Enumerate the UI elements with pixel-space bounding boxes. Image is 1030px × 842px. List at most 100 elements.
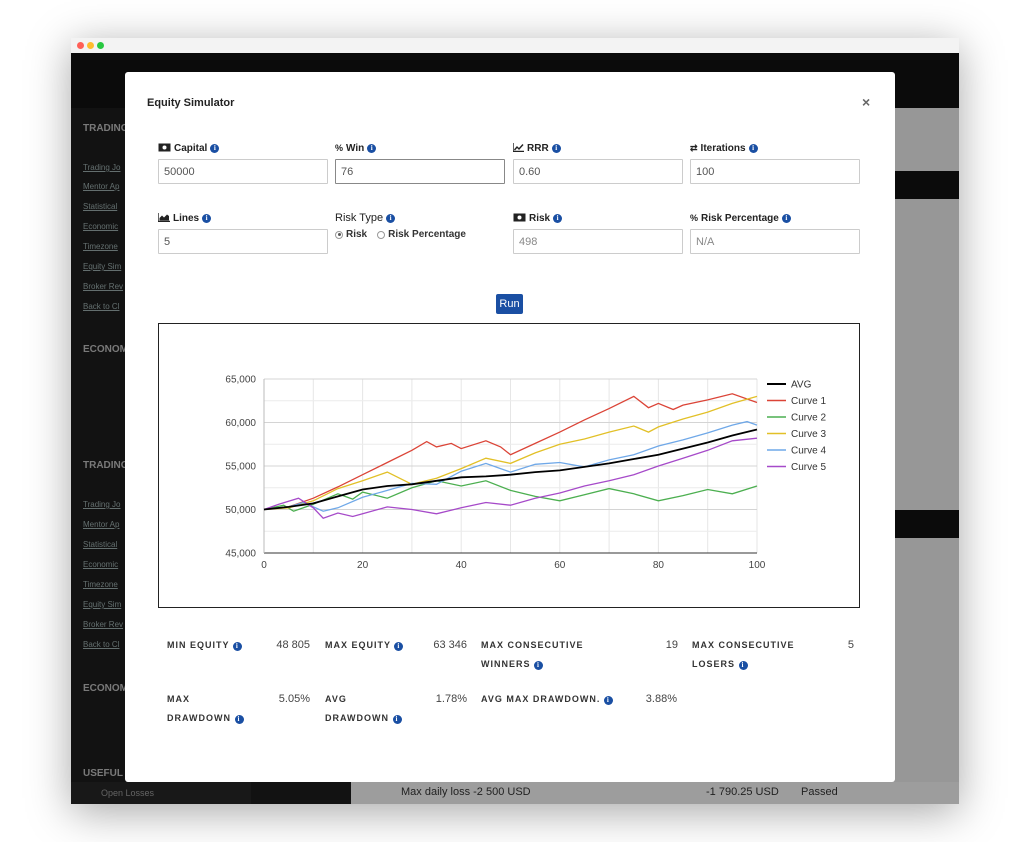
max-drawdown-label-1: MAX xyxy=(167,694,190,704)
info-icon[interactable]: i xyxy=(234,715,244,724)
radio-unselected-icon xyxy=(377,230,386,239)
max-consecutive-losers-stat: MAX CONSECUTIVE LOSERS i xyxy=(692,636,795,674)
info-icon[interactable]: i xyxy=(551,143,561,153)
win-label: Win xyxy=(346,142,365,154)
iterations-input[interactable] xyxy=(690,159,860,184)
max-drawdown-value: 5.05% xyxy=(278,693,310,705)
legend-label: AVG xyxy=(791,380,812,391)
capital-label: Capital xyxy=(174,142,208,154)
avg-max-drawdown-label: AVG MAX DRAWDOWN. xyxy=(481,694,601,704)
rrr-input[interactable] xyxy=(513,159,683,184)
percent-icon: % xyxy=(335,143,344,153)
avg-max-drawdown-value: 3.88% xyxy=(645,693,677,705)
capital-input[interactable] xyxy=(158,159,328,184)
x-tick-label: 60 xyxy=(554,560,566,571)
legend-label: Curve 4 xyxy=(791,446,826,457)
minimize-window-icon[interactable] xyxy=(87,42,94,49)
risk-percentage-input[interactable] xyxy=(690,229,860,254)
x-tick-label: 40 xyxy=(456,560,468,571)
iterations-label: Iterations xyxy=(700,142,746,154)
capital-field: Capital i xyxy=(158,141,328,184)
avg-drawdown-label-1: AVG xyxy=(325,694,347,704)
lines-label: Lines xyxy=(173,212,200,224)
close-window-icon[interactable] xyxy=(77,42,84,49)
info-icon[interactable]: i xyxy=(534,661,544,670)
y-tick-label: 50,000 xyxy=(225,505,256,516)
risk-type-radio-group: Risk Risk Percentage xyxy=(335,229,505,240)
risk-type-label: Risk Type xyxy=(335,212,384,224)
equity-simulator-modal: Equity Simulator × Capital i % Win i RRR… xyxy=(125,72,895,782)
risk-percentage-radio[interactable]: Risk Percentage xyxy=(377,229,466,240)
y-tick-label: 65,000 xyxy=(225,375,256,386)
max-drawdown-stat: MAX DRAWDOWN i xyxy=(167,690,244,728)
close-icon[interactable]: × xyxy=(862,94,870,110)
x-tick-label: 100 xyxy=(749,560,766,571)
percent-icon: % xyxy=(690,213,699,223)
money-icon xyxy=(513,213,526,224)
min-equity-value: 48 805 xyxy=(276,639,310,651)
avg-drawdown-value: 1.78% xyxy=(435,693,467,705)
line-chart-icon xyxy=(512,142,524,154)
area-chart-icon xyxy=(157,212,170,224)
max-consecutive-winners-label-1: MAX CONSECUTIVE xyxy=(481,640,584,650)
y-tick-label: 45,000 xyxy=(225,549,256,560)
x-tick-label: 20 xyxy=(357,560,369,571)
info-icon[interactable]: i xyxy=(392,715,402,724)
radio-selected-icon xyxy=(335,230,343,239)
x-tick-label: 0 xyxy=(261,560,267,571)
risk-label: Risk xyxy=(529,212,551,224)
info-icon[interactable]: i xyxy=(386,213,396,223)
legend-label: Curve 2 xyxy=(791,413,826,424)
risk-percentage-field: % Risk Percentage i xyxy=(690,211,860,254)
max-consecutive-losers-label-1: MAX CONSECUTIVE xyxy=(692,640,795,650)
avg-drawdown-stat: AVG DRAWDOWN i xyxy=(325,690,402,728)
risk-input[interactable] xyxy=(513,229,683,254)
legend-label: Curve 1 xyxy=(791,396,826,407)
avg-max-drawdown-stat: AVG MAX DRAWDOWN. i xyxy=(481,690,613,709)
maximize-window-icon[interactable] xyxy=(97,42,104,49)
max-consecutive-winners-value: 19 xyxy=(665,639,678,651)
risk-radio[interactable]: Risk xyxy=(335,229,367,240)
lines-field: Lines i xyxy=(157,211,328,254)
y-tick-label: 55,000 xyxy=(225,462,256,473)
money-icon xyxy=(158,143,171,154)
win-input[interactable] xyxy=(335,159,505,184)
info-icon[interactable]: i xyxy=(603,696,613,705)
legend-label: Curve 5 xyxy=(791,462,826,473)
info-icon[interactable]: i xyxy=(738,661,748,670)
risk-percentage-radio-label: Risk Percentage xyxy=(388,229,466,240)
info-icon[interactable]: i xyxy=(367,143,377,153)
min-equity-label: MIN EQUITY xyxy=(167,640,230,650)
max-consecutive-losers-label-2: LOSERS xyxy=(692,659,736,669)
retweet-icon: ⇄ xyxy=(690,142,698,153)
rrr-label: RRR xyxy=(527,142,549,154)
info-icon[interactable]: i xyxy=(210,143,220,153)
y-tick-label: 60,000 xyxy=(225,418,256,429)
max-consecutive-winners-stat: MAX CONSECUTIVE WINNERS i xyxy=(481,636,584,674)
max-equity-stat: MAX EQUITY i xyxy=(325,636,404,655)
info-icon[interactable]: i xyxy=(202,213,212,223)
risk-field: Risk i xyxy=(513,211,683,254)
iterations-field: ⇄ Iterations i xyxy=(690,141,860,184)
info-icon[interactable]: i xyxy=(781,213,791,223)
avg-drawdown-label-2: DRAWDOWN xyxy=(325,713,389,723)
title-bar xyxy=(71,38,959,53)
info-icon[interactable]: i xyxy=(232,642,242,651)
x-tick-label: 80 xyxy=(653,560,665,571)
risk-radio-label: Risk xyxy=(346,229,368,240)
info-icon[interactable]: i xyxy=(748,143,758,153)
run-button[interactable]: Run xyxy=(496,294,523,314)
risk-percentage-label: Risk Percentage xyxy=(701,212,779,224)
max-consecutive-losers-value: 5 xyxy=(847,639,854,651)
rrr-field: RRR i xyxy=(512,141,683,184)
max-equity-value: 63 346 xyxy=(433,639,467,651)
legend-label: Curve 3 xyxy=(791,429,826,440)
info-icon[interactable]: i xyxy=(394,642,404,651)
lines-input[interactable] xyxy=(158,229,328,254)
info-icon[interactable]: i xyxy=(553,213,563,223)
max-drawdown-label-2: DRAWDOWN xyxy=(167,713,231,723)
min-equity-stat: MIN EQUITY i xyxy=(167,636,242,655)
equity-chart-container: 0 20 40 60 80 100 45,000 50,000 55,000 60,000 65,0… xyxy=(158,323,860,608)
risk-type-field: Risk Type i Risk Risk Percentage xyxy=(335,211,505,240)
modal-title: Equity Simulator xyxy=(147,97,235,109)
